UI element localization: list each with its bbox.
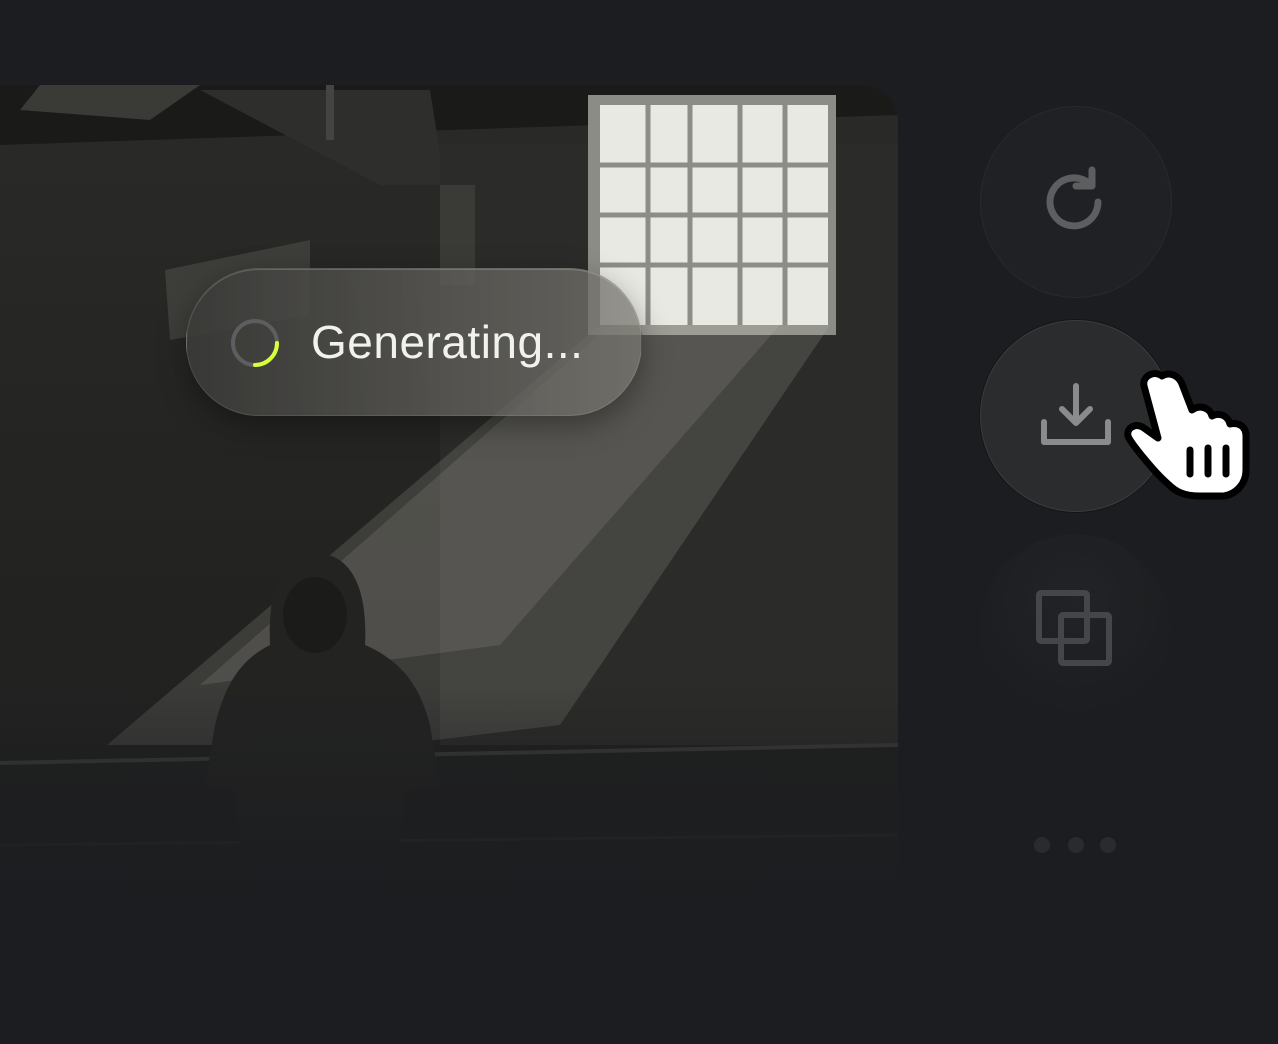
regenerate-button[interactable]: [980, 106, 1172, 298]
more-dot: [1100, 837, 1116, 853]
more-dots-icon: [1034, 837, 1050, 853]
refresh-icon: [1046, 166, 1102, 230]
more-options-button[interactable]: [1034, 835, 1118, 855]
hand-pointer-cursor-icon: [1124, 370, 1250, 500]
loading-spinner-icon: [231, 319, 279, 367]
more-dot: [1068, 837, 1084, 853]
copy-button[interactable]: [980, 534, 1170, 724]
status-label: Generating...: [311, 316, 584, 368]
generating-status-pill: Generating...: [186, 268, 642, 416]
copy-icon: [1036, 590, 1112, 666]
generated-image-preview: [0, 85, 898, 945]
download-icon: [1041, 383, 1111, 445]
